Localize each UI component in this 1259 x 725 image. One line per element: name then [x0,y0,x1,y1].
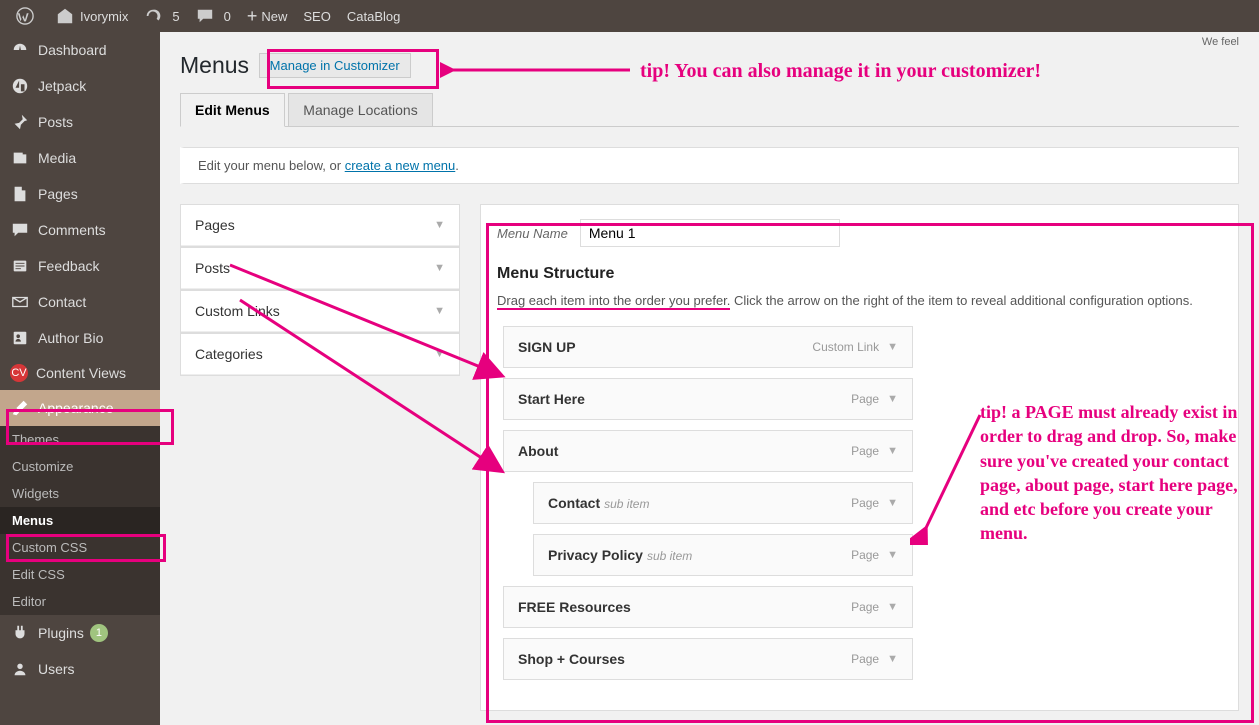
plugins-count-badge: 1 [90,624,108,642]
chevron-down-icon: ▼ [434,305,445,317]
admin-sidebar: Dashboard Jetpack Posts Media Pages Comm… [0,32,160,725]
seo-menu[interactable]: SEO [295,0,338,32]
site-name-text: Ivorymix [80,9,128,24]
chevron-down-icon: ▼ [434,348,445,360]
sub-item-widgets[interactable]: Widgets [0,480,160,507]
chevron-down-icon: ▼ [434,219,445,231]
updates[interactable]: 5 [136,0,187,32]
menu-item-privacy[interactable]: Privacy Policysub itemPage▼ [533,534,913,576]
wefeel-text: We feel [1202,36,1239,48]
cv-icon: CV [10,364,28,382]
sub-item-editcss[interactable]: Edit CSS [0,561,160,588]
menu-items-list: SIGN UPCustom Link▼ Start HerePage▼ Abou… [503,326,913,680]
chevron-down-icon: ▼ [887,341,898,353]
metabox-column: Pages▼ Posts▼ Custom Links▼ Categories▼ [180,204,460,376]
pages-icon [10,184,30,204]
brush-icon [10,398,30,418]
menu-item-contact[interactable]: Contactsub itemPage▼ [533,482,913,524]
sub-item-customize[interactable]: Customize [0,453,160,480]
sidebar-item-comments[interactable]: Comments [0,212,160,248]
sidebar-item-dashboard[interactable]: Dashboard [0,32,160,68]
feedback-icon [10,256,30,276]
menu-item-shopcourses[interactable]: Shop + CoursesPage▼ [503,638,913,680]
sidebar-item-posts[interactable]: Posts [0,104,160,140]
comments-count: 0 [224,9,231,24]
sidebar-item-appearance[interactable]: Appearance [0,390,160,426]
chevron-down-icon: ▼ [887,445,898,457]
site-name[interactable]: Ivorymix [48,0,136,32]
jetpack-icon [10,76,30,96]
tab-edit-menus[interactable]: Edit Menus [180,93,285,127]
menu-item-freeresources[interactable]: FREE ResourcesPage▼ [503,586,913,628]
chevron-down-icon: ▼ [887,549,898,561]
chevron-down-icon: ▼ [887,497,898,509]
metabox-pages[interactable]: Pages▼ [180,204,460,247]
author-icon [10,328,30,348]
dashboard-icon [10,40,30,60]
tabs: Edit Menus Manage Locations [180,93,1239,127]
sidebar-item-users[interactable]: Users [0,651,160,687]
tab-manage-locations[interactable]: Manage Locations [288,93,432,127]
structure-desc: Drag each item into the order you prefer… [497,293,1222,308]
metabox-customlinks[interactable]: Custom Links▼ [180,290,460,333]
comments[interactable]: 0 [188,0,239,32]
menu-item-starthere[interactable]: Start HerePage▼ [503,378,913,420]
appearance-submenu: Themes Customize Widgets Menus Custom CS… [0,426,160,615]
sidebar-item-media[interactable]: Media [0,140,160,176]
wp-logo[interactable] [8,0,48,32]
sidebar-item-contact[interactable]: Contact [0,284,160,320]
menu-item-signup[interactable]: SIGN UPCustom Link▼ [503,326,913,368]
chevron-down-icon: ▼ [434,262,445,274]
new-label: New [261,9,287,24]
updates-count: 5 [172,9,179,24]
chevron-down-icon: ▼ [887,601,898,613]
sidebar-item-contentviews[interactable]: CVContent Views [0,356,160,390]
new-content[interactable]: +New [239,0,296,32]
notice-prefix: Edit your menu below, or [198,158,345,173]
sidebar-item-plugins[interactable]: Plugins1 [0,615,160,651]
sub-item-editor[interactable]: Editor [0,588,160,615]
sidebar-item-pages[interactable]: Pages [0,176,160,212]
edit-notice: Edit your menu below, or create a new me… [180,147,1239,184]
chevron-down-icon: ▼ [887,653,898,665]
catablog-menu[interactable]: CataBlog [339,0,408,32]
notice-suffix: . [455,158,459,173]
media-icon [10,148,30,168]
admin-toolbar: Ivorymix 5 0 +New SEO CataBlog [0,0,1259,32]
sub-item-themes[interactable]: Themes [0,426,160,453]
sidebar-item-authorbio[interactable]: Author Bio [0,320,160,356]
contact-icon [10,292,30,312]
metabox-categories[interactable]: Categories▼ [180,333,460,376]
page-title: Menus [180,52,249,79]
menu-item-about[interactable]: AboutPage▼ [503,430,913,472]
sub-item-customcss[interactable]: Custom CSS [0,534,160,561]
structure-heading: Menu Structure [497,265,1222,283]
sub-item-menus[interactable]: Menus [0,507,160,534]
manage-customizer-button[interactable]: Manage in Customizer [259,53,411,78]
menu-name-input[interactable] [580,219,840,247]
metabox-posts[interactable]: Posts▼ [180,247,460,290]
content-area: We feel Menus Manage in Customizer Edit … [160,32,1259,725]
chevron-down-icon: ▼ [887,393,898,405]
menu-name-label: Menu Name [497,226,568,241]
sidebar-item-feedback[interactable]: Feedback [0,248,160,284]
users-icon [10,659,30,679]
pin-icon [10,112,30,132]
comments-icon [10,220,30,240]
menu-edit-panel: Menu Name Menu Structure Drag each item … [480,204,1239,711]
plus-icon: + [247,6,258,27]
sidebar-item-jetpack[interactable]: Jetpack [0,68,160,104]
create-new-menu-link[interactable]: create a new menu [345,158,456,173]
plugins-icon [10,623,30,643]
